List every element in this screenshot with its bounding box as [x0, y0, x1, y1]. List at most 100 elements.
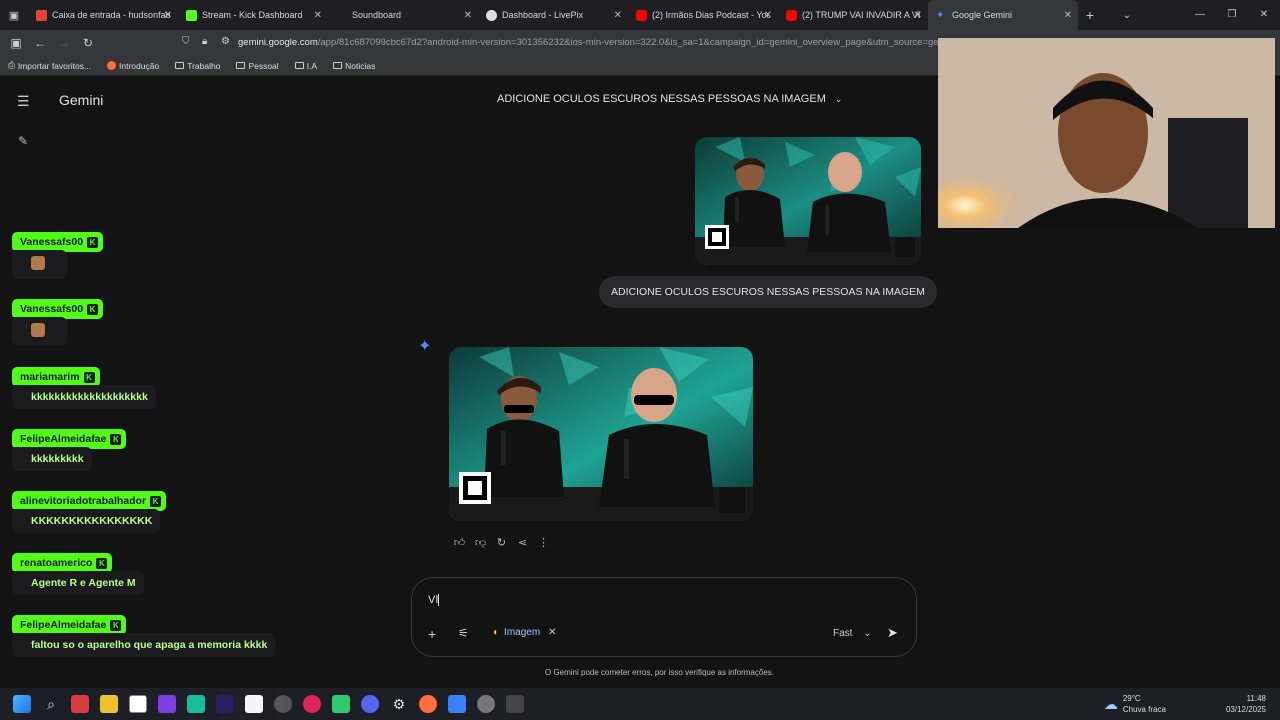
bookmark-noticias[interactable]: Noticias [333, 61, 383, 71]
close-icon[interactable]: ✕ [314, 10, 322, 21]
browser-tabbar: ▣ Caixa de entrada - hudsonfabio ✕ Strea… [0, 0, 1280, 30]
window-close-icon[interactable]: ✕ [1248, 0, 1280, 30]
chat-username: mariamarim K [12, 367, 100, 387]
add-attachment-button[interactable]: + [428, 626, 436, 642]
gemini-brand: Gemini [59, 92, 104, 108]
close-icon[interactable]: ✕ [164, 10, 172, 21]
tab-search-icon[interactable]: ⌄ [1102, 10, 1152, 21]
bookmark-pessoal[interactable]: Pessoal [236, 61, 286, 71]
tab-google-gemini[interactable]: ✦ Google Gemini ✕ [928, 0, 1078, 30]
notion-icon[interactable] [129, 695, 147, 713]
forward-icon[interactable]: → [52, 36, 76, 50]
app-icon[interactable] [158, 695, 176, 713]
tab-title: Caixa de entrada - hudsonfabio [52, 10, 170, 20]
share-icon[interactable]: ⋖ [512, 536, 533, 549]
response-actions: 👍︎ 👎︎ ↻ ⋖ ⋮ [449, 536, 554, 549]
tools-icon[interactable]: ⚟ [458, 626, 469, 640]
kick-badge-icon: K [110, 433, 122, 445]
firefox-icon[interactable] [419, 695, 437, 713]
tab-gmail[interactable]: Caixa de entrada - hudsonfabio ✕ [28, 0, 178, 30]
weather-temp: 29°C [1122, 694, 1141, 703]
weather-widget[interactable]: ☁ 29°C Chuva fraca [1104, 693, 1166, 715]
close-icon[interactable]: ✕ [1064, 10, 1072, 21]
tab-soundboard[interactable]: Soundboard ✕ [328, 0, 478, 30]
tab-actions-icon[interactable]: ▣ [0, 9, 28, 22]
image-tool-chip[interactable]: ◖ Imagem ✕ [492, 627, 557, 638]
send-button[interactable]: ➤ [887, 625, 898, 641]
bookmark-ia[interactable]: I.A [294, 61, 325, 71]
tab-title: Google Gemini [952, 10, 1013, 20]
bookmark-import[interactable]: ⎙ Importar favoritos... [8, 60, 99, 71]
prompt-input-box[interactable]: VI + ⚟ ◖ Imagem ✕ Fast ⌄ ➤ [411, 577, 917, 657]
chat-text [12, 250, 67, 279]
chat-text: kkkkkkkkk [12, 447, 92, 471]
chat-text: kkkkkkkkkkkkkkkkkkkk [12, 385, 156, 409]
address-bar[interactable]: gemini.google.com/app/81c687099cbc67d2?a… [238, 37, 938, 48]
maximize-icon[interactable]: ❐ [1216, 0, 1248, 30]
tab-title: (2) Irmãos Dias Podcast - YouTu [652, 10, 770, 20]
close-icon[interactable]: ✕ [914, 10, 922, 21]
premiere-icon[interactable] [216, 695, 234, 713]
url-path: /app/81c687099cbc67d2?android-min-versio… [317, 37, 938, 48]
tab-youtube-trump[interactable]: (2) TRUMP VAI INVADIR A VENE ✕ [778, 0, 928, 30]
new-tab-button[interactable]: + [1078, 7, 1102, 23]
new-chat-icon[interactable]: ✎ [18, 134, 28, 148]
tab-title: Stream - Kick Dashboard [202, 10, 303, 20]
bookmark-trabalho[interactable]: Trabalho [175, 61, 228, 71]
conversation-title[interactable]: ADICIONE OCULOS ESCUROS NESSAS PESSOAS N… [497, 93, 842, 105]
app-icon[interactable] [448, 695, 466, 713]
banana-icon: ◖ [492, 627, 499, 638]
close-icon[interactable]: ✕ [614, 10, 622, 21]
discord-icon[interactable] [361, 695, 379, 713]
chat-username: Vanessafs00 K [12, 232, 104, 252]
bookmark-introducao[interactable]: Introdução [107, 61, 167, 71]
remove-chip-icon[interactable]: ✕ [548, 627, 556, 638]
system-tray: ☁ 29°C Chuva fraca 11:48 03/12/2025 [1104, 688, 1280, 720]
more-options-icon[interactable]: ⋮ [533, 536, 554, 549]
disclaimer: O Gemini pode cometer erros, por isso ve… [545, 668, 774, 677]
shield-icon[interactable]: ⛉ [182, 36, 190, 47]
clock[interactable]: 11:48 03/12/2025 [1226, 693, 1266, 715]
tab-kick-dashboard[interactable]: Stream - Kick Dashboard ✕ [178, 0, 328, 30]
notepad-icon[interactable] [245, 695, 263, 713]
thumbs-down-icon[interactable]: 👎︎ [470, 536, 491, 549]
tab-livepix[interactable]: Dashboard - LivePix ✕ [478, 0, 628, 30]
app-icon[interactable] [274, 695, 292, 713]
youtube-icon [786, 9, 797, 21]
podcast-photo [695, 137, 921, 265]
app-icon[interactable] [477, 695, 495, 713]
firefox-icon [107, 61, 117, 70]
app-icon[interactable] [187, 695, 205, 713]
tab-title: (2) TRUMP VAI INVADIR A VENE [802, 10, 920, 20]
lock-icon[interactable]: 🔒︎ [202, 36, 207, 47]
prompt-input[interactable]: VI [428, 594, 440, 607]
user-uploaded-image[interactable] [695, 137, 921, 265]
close-icon[interactable]: ✕ [764, 10, 772, 21]
settings-icon[interactable]: ⚙ [390, 695, 408, 713]
obs-icon[interactable] [303, 695, 321, 713]
back-icon[interactable]: ← [28, 36, 52, 50]
site-settings-icon[interactable]: ⚙ [221, 36, 230, 47]
chat-text [12, 317, 67, 346]
thumbs-up-icon[interactable]: 👍︎ [449, 536, 470, 549]
url-domain: gemini.google.com [238, 37, 318, 48]
chat-username: FelipeAlmeidafae K [12, 615, 127, 635]
minimize-icon[interactable]: — [1184, 0, 1216, 30]
search-icon[interactable]: ⌕ [42, 695, 60, 713]
regenerate-icon[interactable]: ↻ [491, 536, 512, 549]
folder-icon [236, 62, 246, 69]
windows-start-icon[interactable] [13, 695, 31, 713]
gmail-icon [36, 9, 47, 21]
cloud-rain-icon: ☁ [1103, 695, 1118, 712]
file-explorer-icon[interactable] [100, 695, 118, 713]
app-icon[interactable] [506, 695, 524, 713]
generated-image[interactable] [449, 347, 753, 521]
menu-icon[interactable]: ☰ [17, 93, 30, 110]
sidebar-toggle-icon[interactable]: ▣ [4, 36, 28, 50]
app-icon[interactable] [71, 695, 89, 713]
tab-youtube-podcast[interactable]: (2) Irmãos Dias Podcast - YouTu ✕ [628, 0, 778, 30]
model-selector[interactable]: Fast ⌄ [833, 628, 872, 639]
close-icon[interactable]: ✕ [464, 10, 472, 21]
app-icon[interactable] [332, 695, 350, 713]
reload-icon[interactable]: ↻ [76, 36, 100, 50]
